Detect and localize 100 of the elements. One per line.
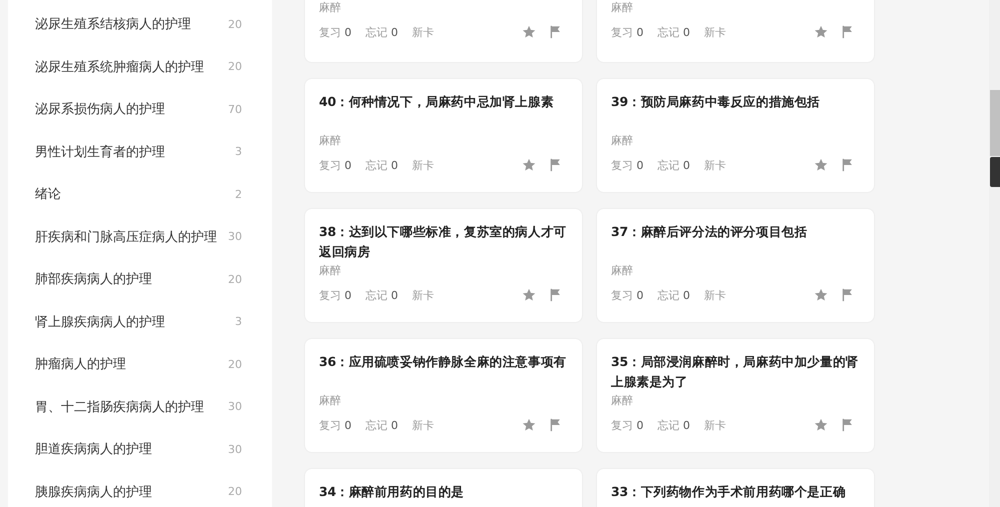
flashcard[interactable]: 39：预防局麻药中毒反应的措施包括 麻醉 复习 0 忘记 0 新卡 (596, 78, 875, 193)
card-title: 36：应用硫喷妥钠作静脉全麻的注意事项有 (319, 353, 568, 371)
category-label: 胰腺疾病病人的护理 (35, 484, 152, 501)
stat-label: 复习 0 (611, 418, 644, 432)
category-label: 肺部疾病病人的护理 (35, 271, 152, 288)
stat-label: 复习 0 (319, 418, 352, 432)
card-tag: 麻醉 (319, 393, 568, 409)
category-item[interactable]: 绪论 2 (8, 173, 272, 216)
flag-icon[interactable] (548, 25, 562, 39)
flashcard[interactable]: 38：达到以下哪些标准，复苏室的病人才可返回病房 麻醉 复习 0 忘记 0 新卡 (304, 208, 583, 323)
category-label: 绪论 (35, 186, 61, 204)
category-count: 2 (235, 188, 242, 201)
flag-icon[interactable] (548, 288, 562, 302)
flashcard[interactable]: 34：麻醉前用药的目的是 (304, 468, 583, 507)
stat-label: 复习 0 (611, 158, 644, 172)
flag-icon[interactable] (840, 158, 854, 172)
category-item[interactable]: 胰腺疾病病人的护理 20 (8, 470, 272, 507)
category-label: 肾上腺疾病病人的护理 (35, 314, 165, 331)
category-label: 男性计划生育者的护理 (35, 144, 165, 161)
star-icon[interactable] (522, 418, 536, 432)
category-label: 泌尿系损伤病人的护理 (35, 101, 165, 118)
card-tag: 麻醉 (611, 393, 860, 409)
stat-label: 复习 0 (611, 24, 644, 40)
card-status: 新卡 (704, 158, 726, 172)
category-item[interactable]: 肝疾病和门脉高压症病人的护理 30 (8, 216, 272, 258)
category-item[interactable]: 泌尿生殖系统肿瘤病人的护理 20 (8, 46, 272, 88)
card-status: 新卡 (704, 288, 726, 302)
flashcard[interactable]: 37：麻醉后评分法的评分项目包括 麻醉 复习 0 忘记 0 新卡 (596, 208, 875, 323)
category-item[interactable]: 胃、十二指肠疾病病人的护理 30 (8, 386, 272, 428)
category-item[interactable]: 胆道疾病病人的护理 30 (8, 428, 272, 470)
star-icon[interactable] (814, 418, 828, 432)
flashcard[interactable]: 33：下列药物作为手术前用药哪个是正确 (596, 468, 875, 507)
card-tag: 麻醉 (319, 0, 568, 16)
category-label: 胆道疾病病人的护理 (35, 441, 152, 458)
card-tag: 麻醉 (611, 263, 860, 279)
stat-label: 忘记 0 (366, 418, 398, 432)
category-count: 20 (228, 272, 242, 286)
flag-icon[interactable] (840, 25, 854, 39)
category-label: 肝疾病和门脉高压症病人的护理 (35, 228, 217, 246)
card-tag: 麻醉 (611, 133, 860, 149)
flashcard[interactable]: 35：局部浸润麻醉时，局麻药中加少量的肾上腺素是为了 麻醉 复习 0 忘记 0 新卡 (596, 338, 875, 453)
category-count: 30 (228, 442, 242, 456)
scrollbar[interactable] (989, 0, 1000, 507)
star-icon[interactable] (814, 288, 828, 302)
card-tag: 麻醉 (611, 0, 860, 16)
category-item[interactable]: 肿瘤病人的护理 20 (8, 343, 272, 386)
category-label: 肿瘤病人的护理 (35, 356, 126, 374)
category-label: 泌尿生殖系结核病人的护理 (35, 16, 191, 34)
stat-label: 忘记 0 (658, 158, 690, 172)
stat-label: 复习 0 (319, 158, 352, 172)
card-tag: 麻醉 (319, 263, 568, 279)
category-count: 20 (228, 60, 242, 74)
category-count: 20 (228, 18, 242, 31)
category-item[interactable]: 泌尿系损伤病人的护理 70 (8, 88, 272, 130)
stat-label: 复习 0 (611, 288, 644, 302)
card-title: 39：预防局麻药中毒反应的措施包括 (611, 93, 821, 111)
flag-icon[interactable] (548, 418, 562, 432)
category-item[interactable]: 肾上腺疾病病人的护理 3 (8, 300, 272, 343)
card-status: 新卡 (412, 288, 434, 302)
category-label: 泌尿生殖系统肿瘤病人的护理 (35, 58, 204, 76)
stat-label: 忘记 0 (658, 418, 690, 432)
card-title: 34：麻醉前用药的目的是 (319, 483, 465, 501)
flashcard[interactable]: 40：何种情况下，局麻药中忌加肾上腺素 麻醉 复习 0 忘记 0 新卡 (304, 78, 583, 193)
card-title: 33：下列药物作为手术前用药哪个是正确 (611, 483, 847, 501)
category-item[interactable]: 男性计划生育者的护理 3 (8, 130, 272, 173)
stat-label: 忘记 0 (366, 158, 398, 172)
flag-icon[interactable] (548, 158, 562, 172)
category-item[interactable]: 泌尿生殖系结核病人的护理 20 (8, 3, 272, 46)
category-count: 30 (228, 230, 242, 244)
star-icon[interactable] (522, 288, 536, 302)
stat-label: 复习 0 (319, 24, 352, 40)
stat-label: 忘记 0 (658, 24, 690, 40)
stat-label: 忘记 0 (366, 24, 398, 40)
flashcard[interactable]: 36：应用硫喷妥钠作静脉全麻的注意事项有 麻醉 复习 0 忘记 0 新卡 (304, 338, 583, 453)
flashcard[interactable]: 麻醉 复习 0 忘记 0 新卡 (596, 0, 875, 63)
star-icon[interactable] (522, 25, 536, 39)
star-icon[interactable] (814, 25, 828, 39)
flag-icon[interactable] (840, 418, 854, 432)
scrollbar-thumb[interactable] (990, 90, 1000, 156)
category-count: 20 (228, 358, 242, 371)
star-icon[interactable] (814, 158, 828, 172)
category-count: 3 (235, 145, 242, 158)
flag-icon[interactable] (840, 288, 854, 302)
card-title: 40：何种情况下，局麻药中忌加肾上腺素 (319, 93, 555, 111)
category-item[interactable]: 肺部疾病病人的护理 20 (8, 258, 272, 300)
card-tag: 麻醉 (319, 133, 568, 149)
category-count: 20 (228, 485, 242, 498)
stat-label: 忘记 0 (366, 288, 398, 302)
card-status: 新卡 (412, 24, 434, 40)
card-title: 37：麻醉后评分法的评分项目包括 (611, 223, 808, 241)
category-label: 胃、十二指肠疾病病人的护理 (35, 398, 204, 416)
card-status: 新卡 (412, 418, 434, 432)
category-count: 70 (228, 102, 242, 116)
card-status: 新卡 (412, 158, 434, 172)
flashcard[interactable]: 麻醉 复习 0 忘记 0 新卡 (304, 0, 583, 63)
card-title: 38：达到以下哪些标准，复苏室的病人才可返回病房 (319, 223, 568, 261)
stat-label: 复习 0 (319, 288, 352, 302)
category-count: 30 (228, 400, 242, 414)
star-icon[interactable] (522, 158, 536, 172)
card-status: 新卡 (704, 24, 726, 40)
